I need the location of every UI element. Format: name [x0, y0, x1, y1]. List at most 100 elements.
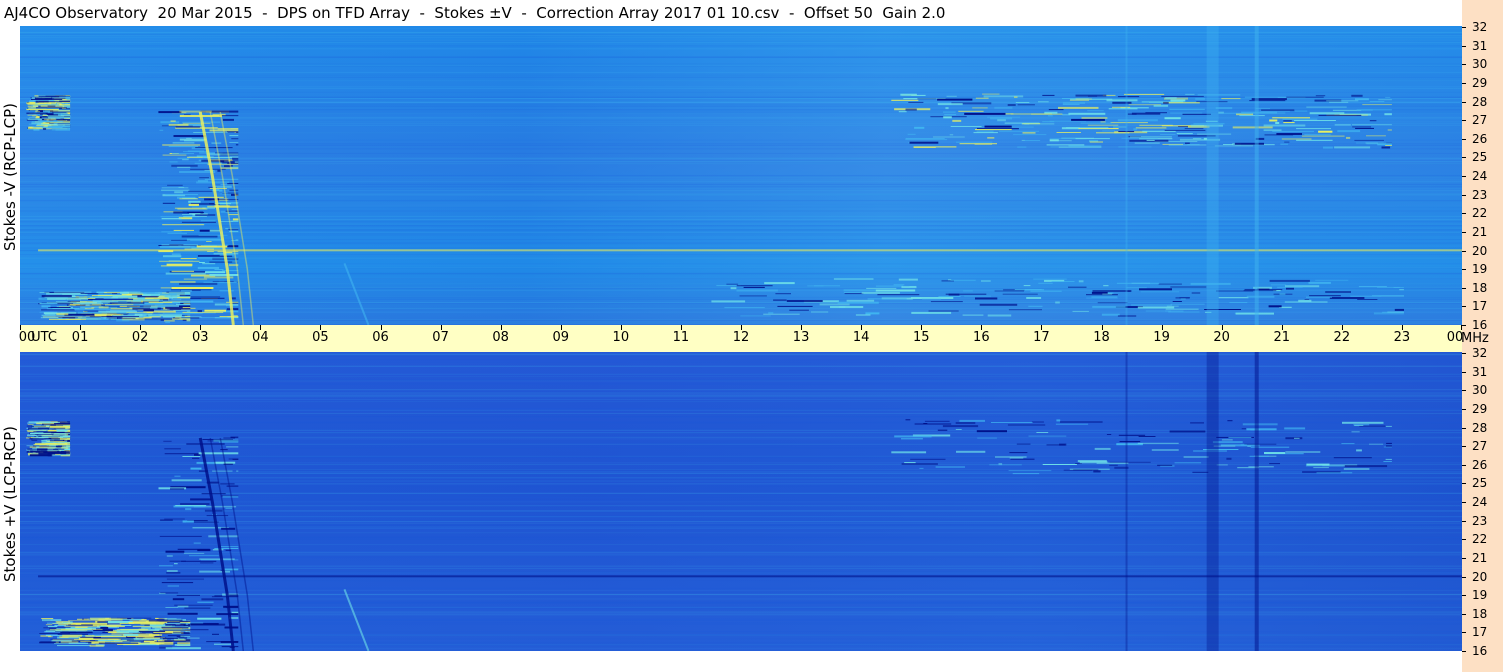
feature-segment	[1249, 455, 1269, 457]
feature-segment	[1168, 144, 1207, 146]
feature-segment	[837, 301, 879, 304]
feature-segment	[999, 130, 1039, 132]
feature-segment	[1048, 115, 1053, 117]
feature-segment	[167, 612, 198, 615]
frequency-tick	[1462, 427, 1466, 429]
feature-segment	[226, 446, 239, 448]
feature-segment	[1073, 469, 1099, 471]
feature-segment	[214, 269, 224, 270]
feature-segment	[1164, 129, 1206, 131]
background-streak	[20, 65, 1462, 67]
feature-segment	[1033, 278, 1067, 280]
frequency-tick	[1462, 250, 1466, 252]
feature-segment	[1118, 434, 1146, 436]
feature-segment	[1294, 110, 1308, 112]
feature-segment	[1086, 294, 1118, 296]
feature-segment	[203, 281, 237, 283]
frequency-tick	[1462, 502, 1466, 503]
feature-segment	[1352, 126, 1372, 128]
feature-segment	[184, 607, 211, 609]
feature-segment	[1221, 98, 1241, 100]
feature-segment	[197, 601, 214, 603]
feature-segment	[1377, 286, 1400, 288]
feature-segment	[201, 598, 224, 601]
feature-segment	[171, 632, 182, 634]
feature-segment	[1304, 134, 1331, 136]
feature-segment	[177, 548, 210, 550]
frequency-tick	[1462, 120, 1466, 122]
feature-segment	[173, 135, 206, 137]
feature-segment	[184, 292, 191, 294]
feature-segment	[1009, 452, 1028, 454]
feature-segment	[924, 420, 950, 422]
feature-segment	[1062, 102, 1085, 104]
feature-segment	[1042, 94, 1055, 96]
feature-segment	[1163, 101, 1169, 104]
feature-segment	[93, 637, 134, 639]
background-streak	[20, 619, 1462, 621]
feature-segment	[1058, 146, 1102, 148]
feature-segment	[1165, 308, 1199, 310]
background-streak	[20, 87, 1462, 89]
feature-segment	[1091, 296, 1118, 298]
feature-segment	[833, 278, 874, 280]
background-streak	[20, 139, 1462, 141]
feature-segment	[40, 317, 59, 319]
feature-segment	[1383, 446, 1392, 448]
feature-segment	[1344, 465, 1388, 468]
feature-segment	[901, 463, 938, 465]
feature-segment	[214, 595, 223, 597]
feature-segment	[1337, 130, 1361, 133]
feature-segment	[45, 624, 53, 626]
feature-segment	[1106, 434, 1112, 435]
feature-segment	[1240, 444, 1247, 446]
feature-segment	[1351, 94, 1363, 97]
feature-segment	[228, 228, 239, 230]
background-streak	[20, 123, 1462, 125]
feature-segment	[1128, 104, 1161, 106]
feature-segment	[914, 126, 925, 129]
feature-segment	[1117, 96, 1140, 98]
background-streak	[20, 608, 1462, 610]
feature-segment	[32, 115, 38, 117]
time-tick-label: 12	[732, 330, 750, 345]
feature-segment	[1382, 311, 1404, 313]
feature-segment	[1323, 146, 1333, 149]
feature-segment	[1042, 464, 1077, 465]
feature-segment	[98, 293, 112, 295]
feature-segment	[991, 422, 1033, 423]
feature-segment	[109, 302, 145, 304]
background-streak	[20, 37, 1462, 39]
feature-segment	[47, 626, 58, 628]
feature-segment	[123, 634, 139, 636]
frequency-tick	[1462, 213, 1466, 215]
feature-segment	[1157, 464, 1173, 466]
frequency-unit-label: MHz	[1461, 331, 1489, 346]
feature-segment	[64, 313, 95, 316]
feature-segment	[987, 137, 995, 139]
feature-segment	[1184, 128, 1204, 130]
background-streak	[20, 462, 1462, 464]
background-streak	[20, 399, 1462, 401]
feature-segment	[1180, 298, 1186, 300]
background-streak	[20, 571, 1462, 573]
feature-segment	[773, 299, 787, 301]
feature-segment	[177, 297, 191, 299]
background-streak	[20, 383, 1462, 385]
feature-segment	[86, 318, 109, 320]
feature-segment	[1279, 293, 1286, 296]
feature-segment	[227, 183, 239, 185]
feature-segment	[205, 271, 226, 274]
feature-segment	[943, 116, 952, 119]
background-streak	[20, 45, 1462, 47]
background-streak	[20, 532, 1462, 534]
feature-segment	[891, 99, 919, 101]
time-tick-label: 05	[312, 330, 329, 345]
feature-segment	[41, 303, 58, 305]
frequency-tick-label: 23	[1472, 187, 1488, 202]
frequency-tick	[1462, 64, 1466, 66]
feature-segment	[37, 102, 57, 104]
feature-segment	[106, 625, 125, 627]
feature-segment	[843, 289, 876, 292]
feature-segment	[179, 138, 207, 141]
